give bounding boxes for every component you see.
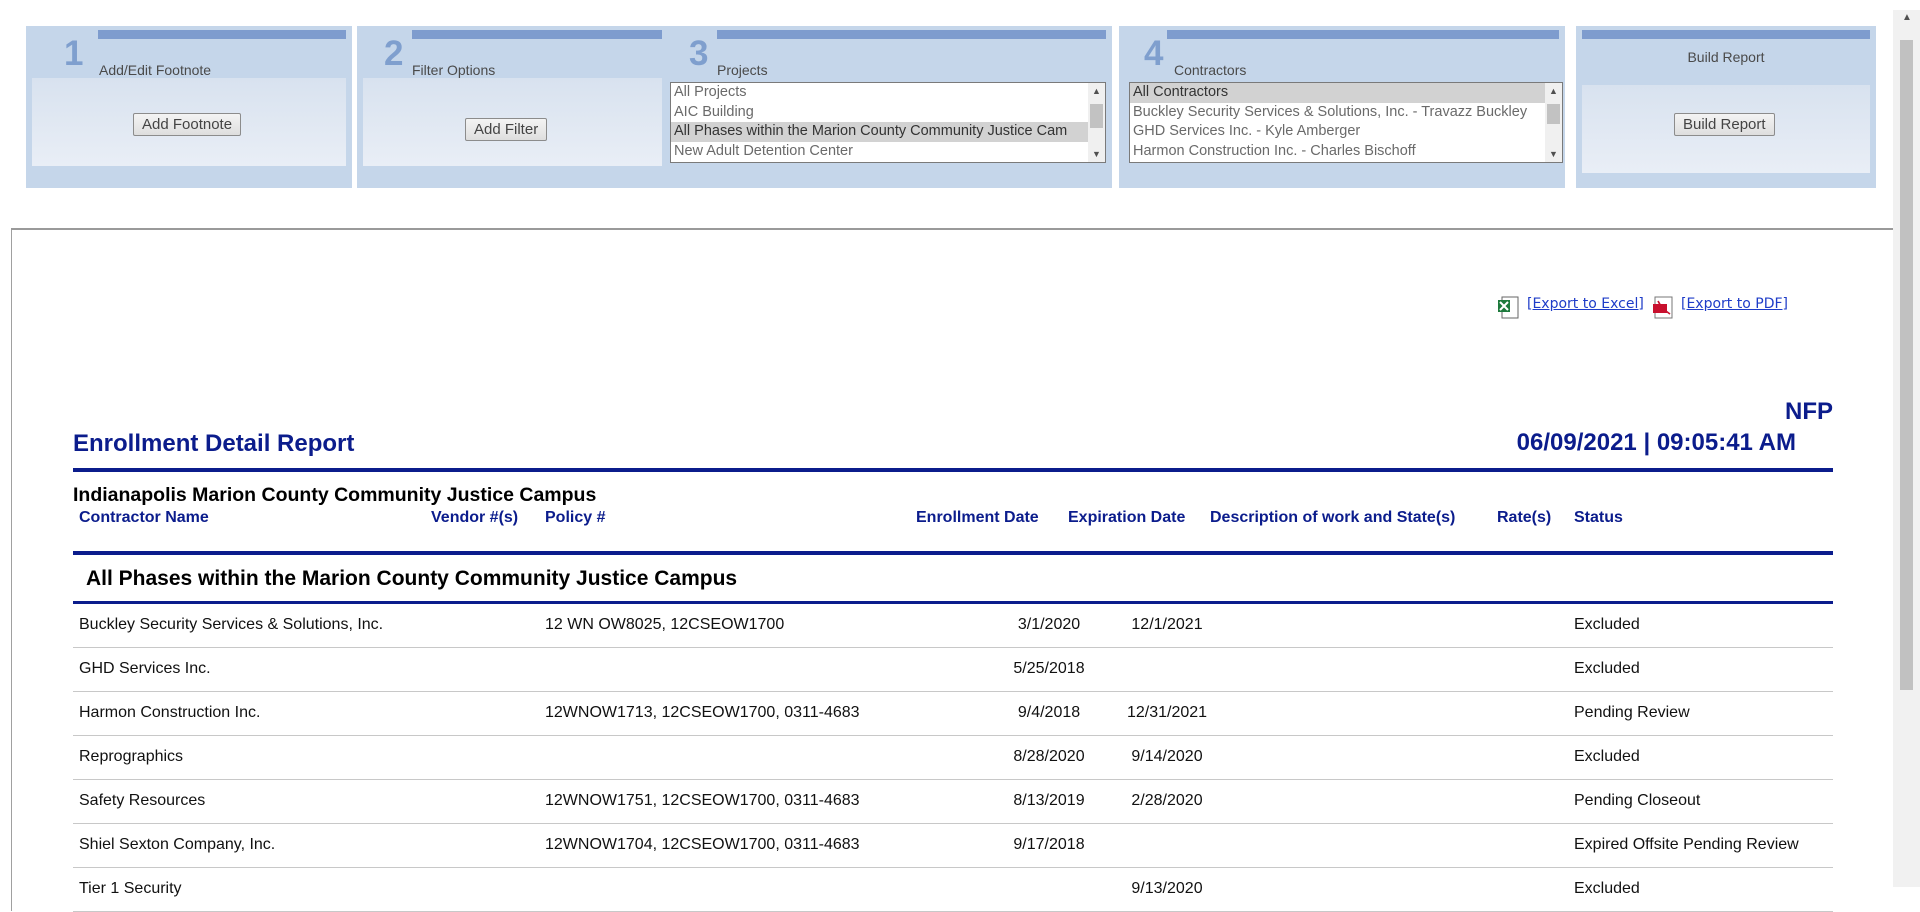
- table-row: Reprographics 8/28/2020 9/14/2020 Excluded: [73, 736, 1833, 780]
- step-title: Filter Options: [412, 62, 496, 78]
- pdf-file-icon[interactable]: [1652, 295, 1674, 320]
- export-pdf-link[interactable]: [Export to PDF]: [1681, 296, 1788, 312]
- cell-enrollment-date: 5/25/2018: [1013, 660, 1085, 677]
- cell-contractor-name: Tier 1 Security: [79, 880, 182, 897]
- contractors-listbox[interactable]: All Contractors Buckley Security Service…: [1129, 82, 1563, 163]
- cell-policy: 12 WN OW8025, 12CSEOW1700: [545, 616, 785, 633]
- step-number: 4: [1144, 34, 1164, 73]
- phase-group-title: All Phases within the Marion County Comm…: [86, 567, 738, 590]
- column-header-policy: Policy #: [545, 509, 606, 526]
- cell-expiration-date: 2/28/2020: [1131, 792, 1203, 809]
- step-title: Contractors: [1174, 62, 1247, 78]
- table-row: GHD Services Inc. 5/25/2018 Excluded: [73, 648, 1833, 692]
- cell-enrollment-date: 9/17/2018: [1013, 836, 1085, 853]
- table-row: Harmon Construction Inc. 12WNOW1713, 12CS…: [73, 692, 1833, 736]
- step-footnote-panel: 1 Add/Edit Footnote Add Footnote: [26, 26, 352, 188]
- scrollbar[interactable]: ▲ ▼: [1545, 83, 1562, 162]
- scroll-up-icon[interactable]: ▲: [1902, 12, 1912, 23]
- cell-expiration-date: 12/31/2021: [1126, 704, 1208, 721]
- column-header-enrollment-date: Enrollment Date: [916, 509, 1039, 526]
- column-header-vendor: Vendor #(s): [431, 509, 519, 526]
- list-item[interactable]: AIC Building: [671, 103, 1105, 123]
- step-title: Add/Edit Footnote: [99, 62, 212, 78]
- cell-contractor-name: Reprographics: [79, 748, 184, 765]
- list-item-selected[interactable]: All Contractors: [1130, 83, 1562, 103]
- list-item[interactable]: Buckley Security Services & Solutions, I…: [1130, 103, 1562, 123]
- column-header-description: Description of work and State(s): [1210, 509, 1456, 526]
- table-row: Shiel Sexton Company, Inc. 12WNOW1704, 12…: [73, 824, 1833, 868]
- report-title: Enrollment Detail Report: [73, 430, 355, 457]
- cell-status: Excluded: [1574, 660, 1640, 677]
- cell-contractor-name: GHD Services Inc.: [79, 660, 211, 677]
- step-number: 1: [64, 34, 84, 73]
- cell-status: Expired Offsite Pending Review: [1574, 836, 1799, 853]
- list-item[interactable]: Harmon Construction Inc. - Charles Bisch…: [1130, 142, 1562, 162]
- scroll-up-icon[interactable]: ▲: [1092, 86, 1101, 96]
- excel-file-icon[interactable]: [1497, 295, 1519, 320]
- build-report-panel: Build Report Build Report: [1576, 26, 1876, 188]
- list-item[interactable]: All Projects: [671, 83, 1105, 103]
- report-builder-toolbar: 1 Add/Edit Footnote Add Footnote 2 Filte…: [11, 10, 1893, 230]
- scroll-down-icon[interactable]: ▼: [1549, 149, 1558, 159]
- column-header-expiration-date: Expiration Date: [1068, 509, 1186, 526]
- column-header-status: Status: [1574, 509, 1623, 526]
- cell-status: Excluded: [1574, 748, 1640, 765]
- projects-listbox[interactable]: All Projects AIC Building All Phases wit…: [670, 82, 1106, 163]
- step-number: 2: [384, 34, 404, 73]
- page-scrollbar[interactable]: ▲: [1893, 10, 1920, 887]
- scrollbar[interactable]: ▲ ▼: [1088, 83, 1105, 162]
- scroll-up-icon[interactable]: ▲: [1549, 86, 1558, 96]
- build-report-button[interactable]: Build Report: [1674, 113, 1775, 136]
- cell-status: Excluded: [1574, 880, 1640, 897]
- divider: [73, 468, 1833, 472]
- build-report-title: Build Report: [1687, 49, 1765, 65]
- step-number: 3: [689, 34, 709, 73]
- cell-policy: 12WNOW1751, 12CSEOW1700, 0311-4683: [545, 792, 860, 809]
- step-projects-panel: 3 Projects All Projects AIC Building All…: [662, 26, 1112, 188]
- list-item-selected[interactable]: All Phases within the Marion County Comm…: [671, 122, 1105, 142]
- campus-name: Indianapolis Marion County Community Jus…: [73, 484, 597, 506]
- cell-expiration-date: 9/14/2020: [1131, 748, 1203, 765]
- cell-contractor-name: Harmon Construction Inc.: [79, 704, 261, 721]
- cell-policy: 12WNOW1704, 12CSEOW1700, 0311-4683: [545, 836, 860, 853]
- list-item[interactable]: GHD Services Inc. - Kyle Amberger: [1130, 122, 1562, 142]
- cell-contractor-name: Buckley Security Services & Solutions, I…: [79, 616, 384, 633]
- add-footnote-button[interactable]: Add Footnote: [133, 113, 242, 136]
- scroll-down-icon[interactable]: ▼: [1092, 149, 1101, 159]
- export-excel-link[interactable]: [Export to Excel]: [1527, 296, 1644, 312]
- table-row: Safety Resources 12WNOW1751, 12CSEOW1700,…: [73, 780, 1833, 824]
- cell-status: Excluded: [1574, 616, 1640, 633]
- list-item[interactable]: New Adult Detention Center: [671, 142, 1105, 162]
- org-name: NFP: [1785, 398, 1833, 425]
- cell-status: Pending Closeout: [1574, 792, 1701, 809]
- cell-expiration-date: 9/13/2020: [1131, 880, 1203, 897]
- divider: [73, 551, 1833, 555]
- cell-contractor-name: Shiel Sexton Company, Inc.: [79, 836, 276, 853]
- step-filter-panel: 2 Filter Options Add Filter: [357, 26, 673, 188]
- add-filter-button[interactable]: Add Filter: [465, 118, 548, 141]
- table-row: Tier 1 Security 9/13/2020 Excluded: [73, 868, 1833, 912]
- cell-expiration-date: 12/1/2021: [1131, 616, 1203, 633]
- column-header-rates: Rate(s): [1497, 509, 1552, 526]
- report-datetime: 06/09/2021 | 09:05:41 AM: [1516, 429, 1796, 456]
- step-contractors-panel: 4 Contractors All Contractors Buckley Se…: [1119, 26, 1565, 188]
- table-row: Buckley Security Services & Solutions, I…: [73, 604, 1833, 648]
- cell-contractor-name: Safety Resources: [79, 792, 206, 809]
- step-title: Projects: [717, 62, 768, 78]
- column-header-contractor: Contractor Name: [79, 509, 209, 526]
- cell-policy: 12WNOW1713, 12CSEOW1700, 0311-4683: [545, 704, 860, 721]
- cell-status: Pending Review: [1574, 704, 1690, 721]
